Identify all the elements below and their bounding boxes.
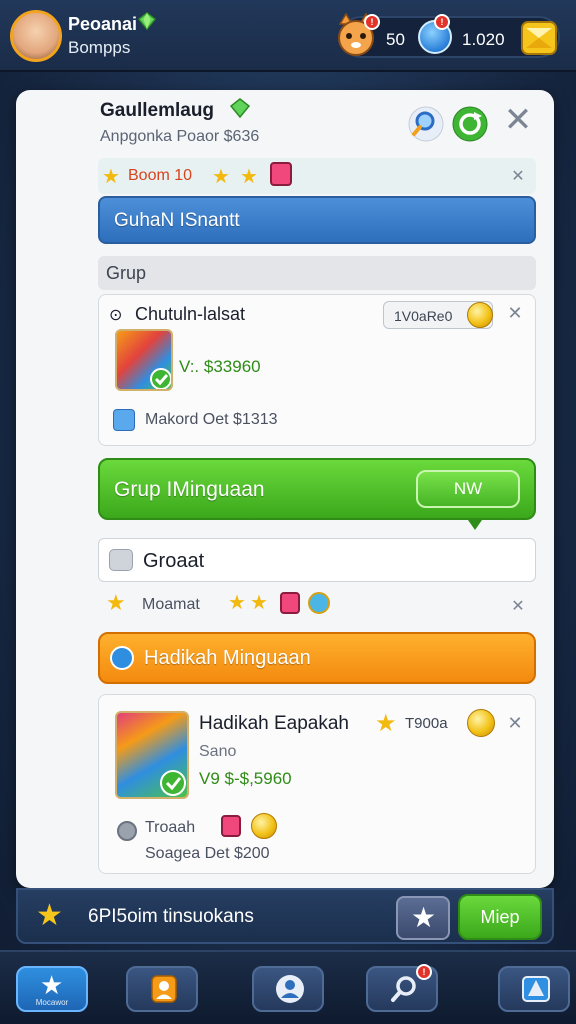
- gold-coin-icon: [467, 302, 493, 328]
- panel-title: Gaullemlaug: [100, 100, 215, 121]
- gift-icon: [221, 815, 241, 837]
- star-icon: ★: [411, 902, 437, 933]
- reward-strip-label: Moamat: [142, 596, 200, 613]
- profile-icon: [151, 975, 177, 1003]
- game-thumbnail[interactable]: [115, 711, 189, 799]
- orange-bar-label: Hadikah Minguaan: [144, 647, 311, 669]
- star-icon: ★: [250, 592, 268, 614]
- close-icon[interactable]: ✕: [508, 596, 528, 616]
- close-icon[interactable]: ✕: [500, 102, 536, 138]
- status-action-button[interactable]: Miep: [458, 894, 542, 940]
- star-icon: ★: [40, 970, 64, 1000]
- green-bar-label: Grup IMinguaan: [114, 478, 265, 501]
- star-icon: ★: [240, 166, 258, 188]
- shop-icon: [522, 976, 550, 1002]
- star-icon: ★: [375, 710, 397, 737]
- gear-icon: [117, 821, 137, 841]
- card-footer: Makord Oet $1313: [145, 411, 278, 428]
- player-subtitle: Bompps: [68, 38, 131, 57]
- star-icon: ★: [212, 166, 230, 188]
- search-icon[interactable]: [408, 106, 444, 142]
- section-label-text: Grup: [106, 263, 147, 283]
- player-name: Peoanai: [68, 14, 138, 34]
- section-label: Grup: [98, 256, 536, 290]
- card-title: Hadikah Eapakah: [199, 713, 349, 734]
- panel-subtitle: Anpgonka Poaor $636: [100, 128, 260, 145]
- card-value: V:. $33960: [179, 357, 261, 376]
- nav-friends[interactable]: [252, 966, 324, 1012]
- gold-coin-icon: [467, 709, 495, 737]
- gold-coin-icon: [251, 813, 277, 839]
- status-bar: ★ 6PI5oim tinsuokans ★ Miep: [16, 888, 554, 944]
- card-value: V9 $-$,5960: [199, 769, 292, 788]
- player-avatar[interactable]: [10, 10, 62, 62]
- reward-strip-label: Boom 10: [128, 167, 193, 184]
- currency-value-1: 50: [386, 30, 405, 49]
- card-line-2: Soagea Det $200: [145, 845, 270, 862]
- close-icon[interactable]: ✕: [508, 166, 528, 186]
- clock-icon: ⊙: [109, 307, 123, 324]
- reward-card[interactable]: Hadikah Eapakah ★ T900a ✕ Sano V9 $-$,59…: [98, 694, 536, 874]
- badge-icon: [308, 592, 330, 614]
- star-icon: ★: [102, 166, 120, 188]
- card-title: Chutuln-lalsat: [135, 304, 246, 324]
- price-tag-label: 1V0aRe0: [394, 308, 453, 324]
- currency-value-2: 1.020: [462, 30, 505, 49]
- gift-icon: [110, 646, 134, 670]
- nav-profile[interactable]: [126, 966, 198, 1012]
- blue-group-bar[interactable]: GuhaN ISnantt: [98, 196, 536, 244]
- game-thumbnail[interactable]: [115, 329, 173, 391]
- input-row-label: Groaat: [143, 550, 205, 572]
- close-icon[interactable]: ✕: [503, 303, 527, 324]
- star-icon: ★: [228, 592, 246, 614]
- group-panel: Gaullemlaug Anpgonka Poaor $636 ✕ ★ Boom…: [16, 90, 554, 888]
- card-line-1: Troaah: [145, 819, 196, 836]
- gem-badge-icon: [230, 98, 250, 118]
- favorite-button[interactable]: ★: [396, 896, 450, 940]
- clock-icon: [109, 549, 133, 571]
- price-tag-label: T900a: [405, 715, 448, 732]
- close-icon[interactable]: ✕: [503, 713, 527, 734]
- top-bar: Peoanai Bompps ! 50 ! 1.020: [0, 0, 576, 72]
- green-bar-button[interactable]: NW: [416, 470, 520, 508]
- green-group-bar[interactable]: Grup IMinguaan NW: [98, 458, 536, 520]
- friends-icon: [276, 975, 304, 1003]
- refresh-icon[interactable]: [452, 106, 488, 142]
- pointer-arrow: [468, 520, 482, 530]
- group-card[interactable]: ⊙ Chutuln-lalsat 1V0aRe0 ✕ V:. $33960 Ma…: [98, 294, 536, 446]
- card-sub: Sano: [199, 743, 237, 760]
- blue-bar-label: GuhaN ISnantt: [114, 210, 240, 231]
- reward-strip: ★ Moamat ★ ★ ✕: [98, 586, 536, 622]
- nav-home[interactable]: ★ Mocawor: [16, 966, 88, 1012]
- nav-home-label: Mocawor: [35, 998, 69, 1007]
- reward-strip: ★ Boom 10 ★ ★ ✕: [98, 158, 536, 194]
- status-label: 6PI5oim tinsuokans: [88, 906, 254, 927]
- gift-icon: [270, 162, 292, 186]
- star-icon: ★: [106, 590, 126, 615]
- notification-dot: !: [364, 14, 380, 30]
- gem-badge-icon: [138, 12, 156, 30]
- bottom-nav: ★ Mocawor !: [0, 950, 576, 1024]
- search-icon: [391, 976, 416, 1002]
- notification-dot: !: [434, 14, 450, 30]
- gift-icon: [280, 592, 300, 614]
- gem-icon[interactable]: [518, 18, 560, 58]
- notification-dot: !: [416, 964, 432, 980]
- star-icon: ★: [36, 899, 63, 932]
- orange-reward-bar[interactable]: Hadikah Minguaan: [98, 632, 536, 684]
- group-input-row[interactable]: Groaat: [98, 538, 536, 582]
- cube-icon: [113, 409, 135, 431]
- nav-shop[interactable]: [498, 966, 570, 1012]
